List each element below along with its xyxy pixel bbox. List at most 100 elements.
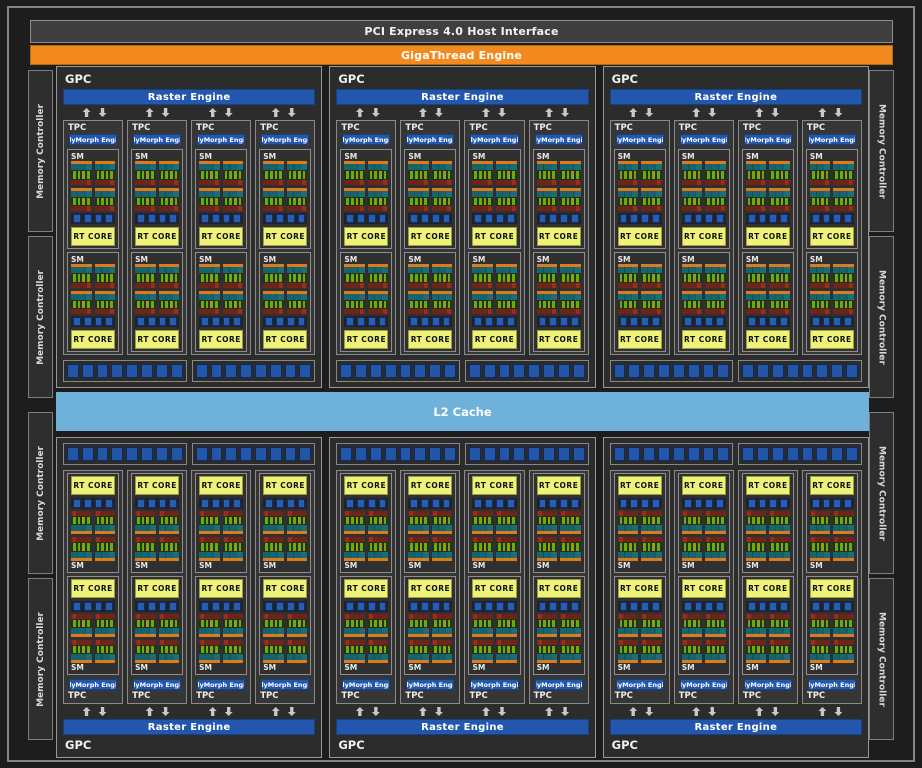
raster-tpc-arrows [336, 108, 588, 117]
processing-block [287, 511, 308, 534]
texture-unit [748, 214, 756, 223]
cuda-core-column [351, 620, 354, 627]
cuda-core-column [424, 543, 427, 550]
sm-label: SM [810, 561, 854, 570]
cuda-core-column [410, 274, 413, 282]
cuda-core-column [82, 517, 85, 524]
processing-block [618, 188, 639, 212]
cuda-core-column [110, 171, 113, 179]
warp-scheduler-strip [287, 531, 308, 534]
cuda-core-column [210, 517, 213, 524]
cuda-core-column [643, 171, 646, 179]
tensor-core-strip [263, 206, 284, 211]
sm-block: RT CORESM [404, 576, 456, 676]
cuda-core-column [439, 543, 442, 550]
processing-blocks-grid [682, 511, 726, 561]
texture-unit [780, 317, 788, 326]
cuda-core-column [443, 171, 446, 179]
cuda-core-column [165, 274, 168, 282]
processing-block [833, 291, 854, 315]
processing-block [368, 188, 389, 212]
processing-blocks-grid [682, 264, 726, 314]
cuda-core-columns [641, 619, 662, 628]
tpc-label: TPC [678, 123, 730, 133]
warp-scheduler-strip [810, 634, 831, 637]
texture-unit [571, 499, 579, 508]
tensor-core-strip [537, 309, 558, 314]
sm-block: SMRT CORE [259, 149, 311, 249]
polymorph-engine-bar: PolyMorph Engine [69, 134, 117, 145]
cuda-core-column [552, 543, 555, 550]
rop-unit [658, 364, 670, 378]
cuda-core-column [707, 543, 710, 550]
cuda-core-column [776, 171, 779, 179]
cuda-core-column [539, 517, 542, 524]
cuda-core-column [229, 543, 232, 550]
sm-block: SMRT CORE [806, 252, 858, 352]
texture-unit [560, 499, 568, 508]
cuda-core-columns [496, 516, 517, 525]
texture-units-row [263, 601, 307, 612]
cuda-core-column [562, 646, 565, 653]
tensor-core-strip [746, 309, 767, 314]
cuda-core-columns [560, 542, 581, 551]
cuda-core-column [424, 171, 427, 179]
cuda-core-column [73, 274, 76, 282]
rop-group [63, 360, 187, 382]
tensor-core-strip [135, 180, 156, 185]
rop-unit [126, 364, 138, 378]
rop-unit [628, 447, 640, 461]
processing-block [682, 291, 703, 315]
cuda-core-columns [344, 516, 365, 525]
cuda-core-column [165, 171, 168, 179]
cuda-core-column [434, 171, 437, 179]
processing-block [810, 291, 831, 315]
texture-unit [265, 214, 273, 223]
cuda-core-column [234, 301, 237, 309]
texture-unit [443, 214, 451, 223]
cuda-core-column [82, 301, 85, 309]
cuda-core-column [293, 517, 296, 524]
arrow-up-icon [545, 707, 553, 716]
texture-units-row [537, 316, 581, 327]
tpc-block: RT CORESMRT CORESMPolyMorph EngineTPC [529, 470, 589, 704]
tpc-block: TPCPolyMorph EngineSMRT CORESMRT CORE [63, 120, 123, 355]
cuda-core-column [845, 171, 848, 179]
cuda-core-columns [618, 300, 639, 310]
cuda-core-column [289, 620, 292, 627]
processing-block [408, 188, 429, 212]
cuda-core-column [484, 620, 487, 627]
cuda-core-column [110, 517, 113, 524]
cuda-core-columns [135, 542, 156, 551]
cuda-core-column [821, 301, 824, 309]
processing-blocks-grid [618, 264, 662, 314]
tpc-block: RT CORESMRT CORESMPolyMorph EngineTPC [255, 470, 315, 704]
texture-unit [812, 317, 820, 326]
texture-unit [695, 214, 703, 223]
cuda-core-column [552, 517, 555, 524]
processing-block [810, 537, 831, 560]
rt-core: RT CORE [263, 227, 307, 246]
texture-units-row [199, 213, 243, 224]
texture-units-row [472, 213, 516, 224]
cuda-core-column [567, 517, 570, 524]
polymorph-engine-bar: PolyMorph Engine [133, 679, 181, 690]
cuda-core-column [643, 301, 646, 309]
cuda-core-column [279, 543, 282, 550]
cuda-core-column [142, 198, 145, 206]
tpc-label: TPC [259, 691, 311, 701]
cuda-core-column [698, 171, 701, 179]
arrow-up-icon [419, 108, 427, 117]
processing-block [560, 640, 581, 663]
warp-scheduler-strip [263, 634, 284, 637]
cuda-core-column [356, 301, 359, 309]
texture-unit [432, 499, 440, 508]
rop-unit [484, 447, 496, 461]
texture-units-row [746, 213, 790, 224]
tensor-core-strip [641, 309, 662, 314]
texture-unit [780, 499, 788, 508]
sm-block: RT CORESM [131, 576, 183, 676]
cuda-core-column [175, 543, 178, 550]
processing-block [705, 188, 726, 212]
cuda-core-column [503, 620, 506, 627]
